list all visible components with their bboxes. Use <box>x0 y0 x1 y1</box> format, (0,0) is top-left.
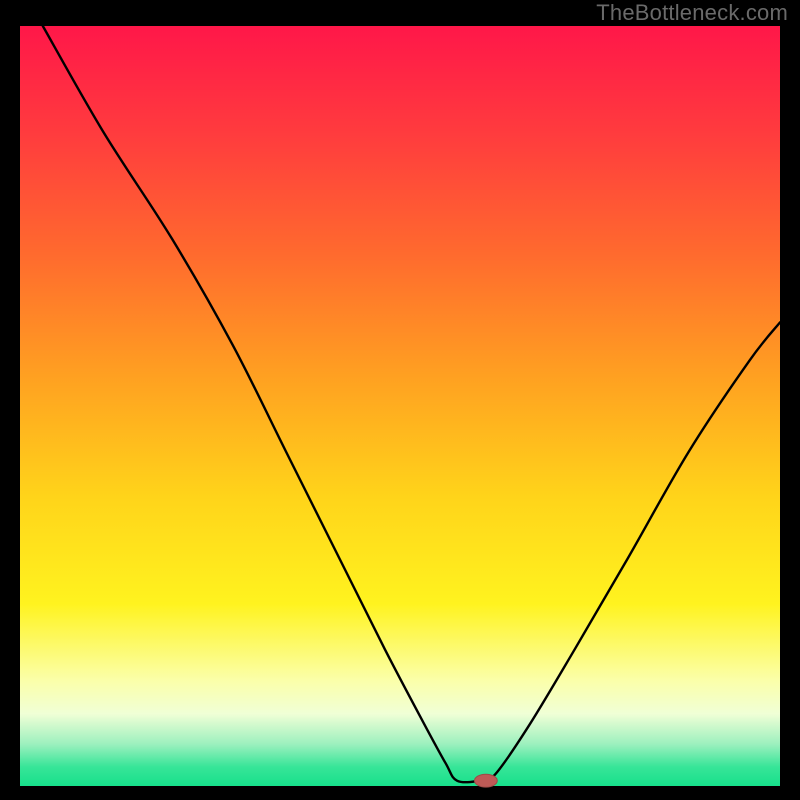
optimum-marker <box>474 774 497 787</box>
bottleneck-chart <box>0 0 800 800</box>
watermark: TheBottleneck.com <box>596 0 788 26</box>
chart-frame: TheBottleneck.com <box>0 0 800 800</box>
gradient-background <box>20 26 780 786</box>
